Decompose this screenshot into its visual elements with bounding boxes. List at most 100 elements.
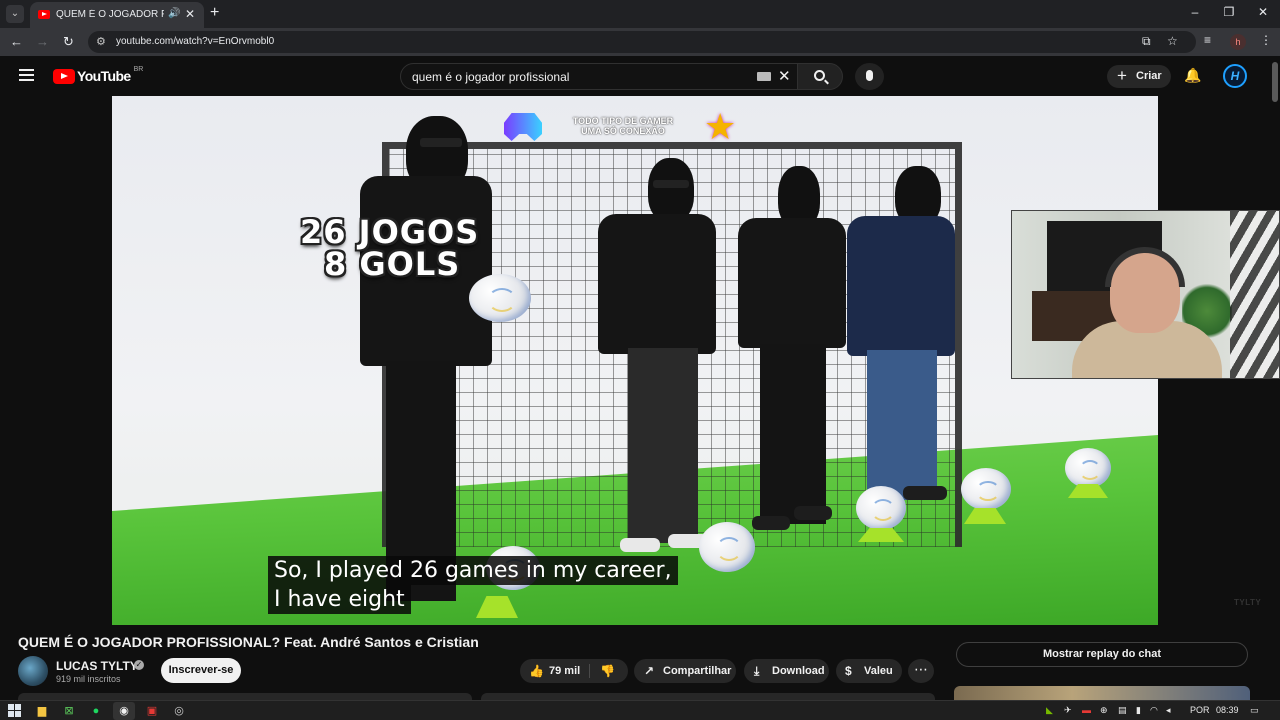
banner-text: TODO TIPO DE GAMER UMA SÓ CONEXÃO <box>548 116 698 136</box>
menu-hamburger-icon[interactable] <box>19 69 34 81</box>
search-icon <box>814 70 825 81</box>
microphone-tray-icon[interactable]: ▮ <box>1136 705 1141 716</box>
clock[interactable]: 08:39 <box>1216 705 1239 715</box>
audio-playing-icon[interactable]: 🔊 <box>168 8 180 19</box>
verified-badge-icon: ✓ <box>134 660 144 670</box>
sync-tray-icon[interactable]: ⊕ <box>1100 705 1108 716</box>
like-dislike-bar: 👍 79 mil 👎 <box>520 659 628 683</box>
create-button[interactable]: + Criar <box>1107 65 1171 88</box>
bookmark-star-icon[interactable]: ☆ <box>1167 34 1178 48</box>
share-button[interactable]: ↗ Compartilhar <box>634 659 736 683</box>
thumbs-up-icon[interactable]: 👍 <box>529 659 544 683</box>
volume-tray-icon[interactable]: ◂ <box>1166 705 1171 716</box>
address-bar[interactable]: ⚙ youtube.com/watch?v=EnOrvmobl0 ⧉ ☆ <box>88 31 1196 53</box>
video-ball <box>961 468 1011 510</box>
channel-avatar[interactable] <box>18 656 48 686</box>
obs-icon[interactable]: ◎ <box>172 704 186 718</box>
caption-line-2: I have eight <box>268 585 411 614</box>
video-stats-overlay: 26 JOGOS 8 GOLS <box>300 216 479 280</box>
maximize-button[interactable]: ❐ <box>1214 5 1244 19</box>
scrollbar-thumb[interactable] <box>1272 62 1278 102</box>
download-button[interactable]: ⤓ Download <box>744 659 829 683</box>
cast-icon[interactable]: ⧉ <box>1142 34 1151 49</box>
share-icon: ↗ <box>644 664 655 678</box>
thanks-label: Valeu <box>864 665 893 677</box>
search-button[interactable] <box>797 63 843 90</box>
reload-icon[interactable]: ↻ <box>63 34 74 50</box>
download-icon: ⤓ <box>754 664 760 678</box>
like-divider <box>589 664 590 678</box>
tab-title: QUEM É O JOGADOR PROF <box>56 9 164 20</box>
xbox-icon[interactable]: ⊠ <box>62 704 76 718</box>
video-ball <box>699 522 755 572</box>
share-label: Compartilhar <box>663 665 732 677</box>
windows-taskbar: ▆ ⊠ ● ◉ ▣ ◎ ◣ ✈ ▬ ⊕ ▤ ▮ ◠ ◂ POR 08:39 ▭ <box>0 700 1280 720</box>
browser-profile-avatar[interactable]: h <box>1230 34 1246 50</box>
search-input[interactable]: quem é o jogador profissional ✕ <box>400 63 798 90</box>
media-controls-icon[interactable]: ≡ <box>1204 33 1211 47</box>
notification-center-icon[interactable]: ▭ <box>1250 705 1259 716</box>
video-player[interactable]: TODO TIPO DE GAMER UMA SÓ CONEXÃO ★ 26 J… <box>112 96 1158 625</box>
youtube-favicon-icon <box>38 10 50 19</box>
channel-name[interactable]: LUCAS TYLTY <box>56 659 138 673</box>
banner-line-2: UMA SÓ CONEXÃO <box>581 126 665 136</box>
language-indicator[interactable]: POR <box>1190 705 1210 715</box>
show-chat-replay-button[interactable]: Mostrar replay do chat <box>956 642 1248 667</box>
create-label: Criar <box>1136 70 1162 82</box>
video-person-1 <box>360 116 492 616</box>
clear-search-icon[interactable]: ✕ <box>778 67 791 85</box>
like-count[interactable]: 79 mil <box>549 659 580 683</box>
keyboard-icon[interactable] <box>757 72 771 81</box>
battery-tray-icon[interactable]: ▬ <box>1082 705 1091 715</box>
video-sponsor-banner: TODO TIPO DE GAMER UMA SÓ CONEXÃO ★ <box>504 106 740 148</box>
new-tab-button[interactable]: + <box>210 4 219 22</box>
more-actions-button[interactable]: ⋯ <box>908 659 934 683</box>
space-invader-logo-icon <box>504 113 542 141</box>
star-logo-icon: ★ <box>704 106 737 147</box>
account-avatar[interactable]: H <box>1223 64 1247 88</box>
tab-search-icon[interactable]: ⌄ <box>6 5 24 23</box>
nvidia-tray-icon[interactable]: ◣ <box>1046 705 1053 716</box>
video-person-4 <box>847 166 957 516</box>
region-code: BR <box>133 66 144 73</box>
youtube-logo[interactable]: YouTube BR <box>53 66 144 84</box>
close-window-button[interactable]: ✕ <box>1248 5 1278 19</box>
notifications-bell-icon[interactable]: 🔔 <box>1184 67 1201 84</box>
download-label: Download <box>772 665 825 677</box>
video-ball <box>1065 448 1111 488</box>
subscriber-count: 919 mil inscritos <box>56 674 121 684</box>
overlay-line-2: 8 GOLS <box>324 245 461 283</box>
thumbs-down-icon[interactable]: 👎 <box>600 659 615 683</box>
video-title: QUEM É O JOGADOR PROFISSIONAL? Feat. And… <box>18 634 479 650</box>
tab-close-icon[interactable]: ✕ <box>185 7 195 21</box>
video-ball <box>856 486 906 530</box>
plus-icon: + <box>1117 66 1127 85</box>
video-ball-held <box>469 274 531 322</box>
voice-search-button[interactable] <box>855 63 884 90</box>
site-info-icon[interactable]: ⚙ <box>96 35 106 48</box>
recorder-app-icon[interactable]: ▣ <box>145 704 159 718</box>
forward-arrow-icon[interactable]: → <box>36 34 49 49</box>
youtube-wordmark: YouTube <box>77 68 131 84</box>
video-watermark: TYLTY <box>1234 598 1262 607</box>
wifi-tray-icon[interactable]: ◠ <box>1150 705 1158 716</box>
url-text[interactable]: youtube.com/watch?v=EnOrvmobl0 <box>116 36 274 47</box>
video-person-3 <box>738 166 848 536</box>
windows-start-icon[interactable] <box>8 704 22 718</box>
chrome-icon[interactable]: ◉ <box>117 704 131 718</box>
minimize-button[interactable]: – <box>1180 5 1210 19</box>
caption-line-1: So, I played 26 games in my career, <box>268 556 678 585</box>
subscribe-button[interactable]: Inscrever-se <box>161 658 241 683</box>
network-tray-icon[interactable]: ✈ <box>1064 705 1072 716</box>
browser-tab-active[interactable]: QUEM É O JOGADOR PROF 🔊 ✕ <box>30 2 204 28</box>
search-query-text[interactable]: quem é o jogador profissional <box>412 70 569 84</box>
back-arrow-icon[interactable]: ← <box>10 34 23 49</box>
browser-menu-icon[interactable]: ⋮ <box>1260 33 1272 47</box>
browser-toolbar: ← → ↻ ⚙ youtube.com/watch?v=EnOrvmobl0 ⧉… <box>0 28 1280 56</box>
thanks-button[interactable]: $ Valeu <box>836 659 902 683</box>
spotify-icon[interactable]: ● <box>89 704 103 718</box>
chat-tray-icon[interactable]: ▤ <box>1118 705 1127 716</box>
webcam-overlay <box>1011 210 1280 379</box>
file-explorer-icon[interactable]: ▆ <box>35 704 49 718</box>
video-captions: So, I played 26 games in my career, I ha… <box>268 556 678 614</box>
